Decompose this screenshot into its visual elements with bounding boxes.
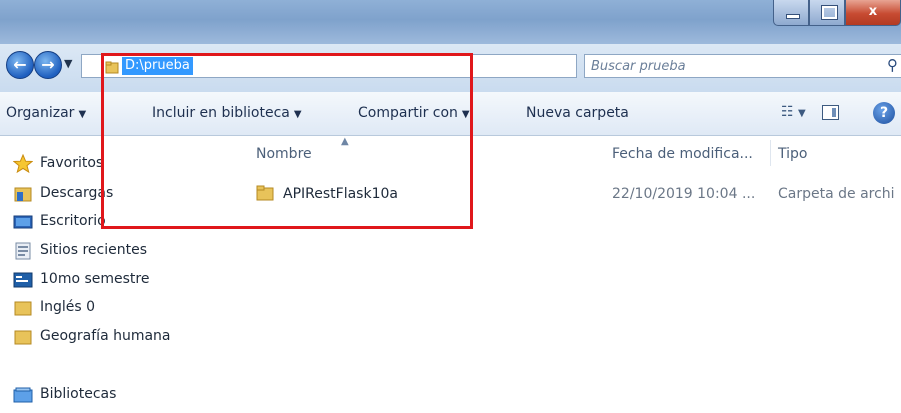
window-controls: x <box>773 0 901 30</box>
close-button[interactable]: x <box>845 0 901 26</box>
file-name[interactable]: APIRestFlask10a <box>283 186 398 202</box>
star-icon <box>13 154 33 174</box>
minimize-button[interactable] <box>773 0 809 26</box>
new-folder-button[interactable]: Nueva carpeta <box>526 105 629 121</box>
close-icon: x <box>868 4 878 19</box>
nav-item-downloads[interactable]: Descargas <box>14 185 114 202</box>
nav-item-label: Sitios recientes <box>40 242 147 258</box>
search-icon[interactable]: ⚲ <box>887 56 898 74</box>
forward-button[interactable]: → <box>34 51 62 79</box>
file-type: Carpeta de archi <box>778 186 895 202</box>
nav-item-label: Inglés 0 <box>40 299 96 315</box>
minimize-icon <box>786 14 800 19</box>
folder-icon <box>105 61 119 74</box>
address-row: ← → ▼ D:\prueba ▼ ↻ ⚲ <box>0 44 901 92</box>
address-path[interactable]: D:\prueba <box>122 57 193 75</box>
libraries-icon <box>13 387 33 403</box>
share-with-label: Compartir con <box>358 105 458 121</box>
file-list <box>231 136 901 413</box>
nav-item-label: 10mo semestre <box>40 271 150 287</box>
nav-favorites[interactable]: Favoritos <box>13 154 104 174</box>
nav-item-label: Geografía humana <box>40 328 171 344</box>
folder-icon <box>14 301 32 316</box>
dropdown-arrow-icon: ▼ <box>461 109 470 120</box>
recent-locations-dropdown[interactable]: ▼ <box>64 57 72 70</box>
nav-item-label: Descargas <box>40 185 114 201</box>
nav-favorites-label: Favoritos <box>40 155 104 171</box>
file-date: 22/10/2019 10:04 ... <box>612 186 756 202</box>
address-bar[interactable]: D:\prueba ▼ ↻ <box>81 54 648 78</box>
folder-icon <box>256 185 274 201</box>
nav-item-desktop[interactable]: Escritorio <box>13 213 106 229</box>
change-view-icon[interactable]: ☷ ▼ <box>781 104 806 120</box>
column-header-name[interactable]: Nombre <box>256 146 312 162</box>
nav-item-ingles-0[interactable]: Inglés 0 <box>14 299 96 316</box>
maximize-icon <box>821 5 838 20</box>
new-folder-label: Nueva carpeta <box>526 105 629 121</box>
search-input[interactable] <box>591 57 891 75</box>
downloads-folder-icon <box>14 187 32 202</box>
back-arrow-icon: ← <box>13 55 27 74</box>
nav-libraries-label: Bibliotecas <box>40 386 117 402</box>
shortcut-icon <box>13 272 33 288</box>
nav-item-10mo-semestre[interactable]: 10mo semestre <box>13 271 150 288</box>
nav-libraries[interactable]: Bibliotecas <box>13 386 117 403</box>
forward-arrow-icon: → <box>41 55 55 74</box>
nav-item-recent-places[interactable]: Sitios recientes <box>15 242 147 260</box>
dropdown-arrow-icon: ▼ <box>78 109 87 120</box>
dropdown-arrow-icon: ▼ <box>293 109 302 120</box>
search-box[interactable]: ⚲ <box>584 54 901 78</box>
desktop-icon <box>13 215 33 229</box>
nav-item-label: Escritorio <box>40 213 106 229</box>
help-icon[interactable]: ? <box>873 102 895 124</box>
back-button[interactable]: ← <box>6 51 34 79</box>
share-with-button[interactable]: Compartir con ▼ <box>358 105 470 121</box>
nav-item-geografia-humana[interactable]: Geografía humana <box>14 328 171 345</box>
include-library-button[interactable]: Incluir en biblioteca ▼ <box>152 105 302 121</box>
column-divider <box>770 140 771 166</box>
organize-label: Organizar <box>6 105 75 121</box>
organize-button[interactable]: Organizar ▼ <box>6 105 86 121</box>
preview-pane-icon[interactable] <box>822 105 839 120</box>
recent-places-icon <box>15 242 31 260</box>
column-header-date[interactable]: Fecha de modifica... <box>612 146 753 162</box>
include-library-label: Incluir en biblioteca <box>152 105 290 121</box>
folder-icon <box>14 330 32 345</box>
command-bar: Organizar ▼ Incluir en biblioteca ▼ Compar… <box>0 92 901 136</box>
sort-ascending-icon: ▲ <box>341 136 349 147</box>
column-header-type[interactable]: Tipo <box>778 146 807 162</box>
title-bar: x <box>0 0 901 44</box>
maximize-button[interactable] <box>809 0 845 26</box>
